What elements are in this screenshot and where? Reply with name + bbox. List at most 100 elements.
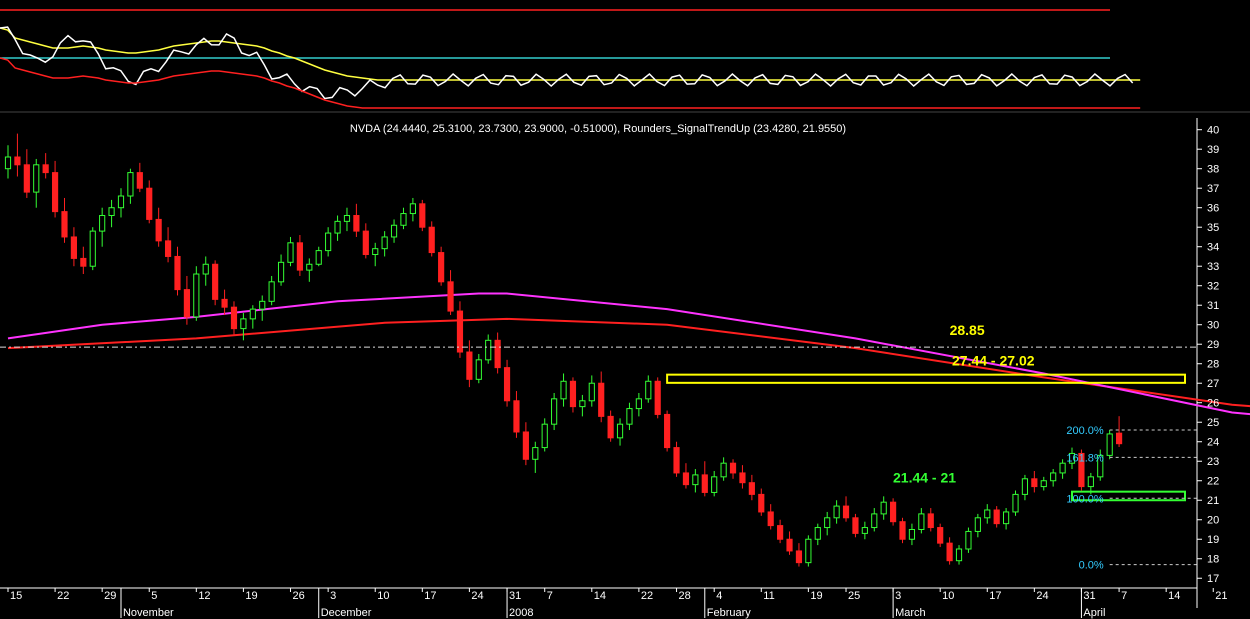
- candle-body: [1012, 493, 1019, 513]
- y-tick-label: 31: [1207, 300, 1219, 312]
- candle-body: [767, 511, 774, 527]
- chart-canvas: 28.8527.44 - 27.0221.44 - 21200.0%161.8%…: [0, 0, 1250, 619]
- x-tick-label: 22: [641, 590, 653, 602]
- candle-body: [14, 156, 21, 166]
- candle-body: [438, 252, 445, 283]
- candle-body: [202, 263, 209, 275]
- candle-body: [579, 400, 586, 408]
- candle-body: [1106, 433, 1113, 456]
- x-month-label: November: [123, 607, 174, 619]
- y-tick-label: 29: [1207, 339, 1219, 351]
- annotations-layer: 28.85 27.44 - 27.02 21.44 - 21 200.0% 161.8%…: [0, 322, 1197, 572]
- candle-body: [315, 250, 322, 265]
- candle-body: [541, 423, 548, 449]
- candle-body: [475, 359, 482, 380]
- candle-body: [664, 413, 671, 449]
- x-tick-label: 7: [1121, 590, 1127, 602]
- x-month-label: March: [895, 607, 926, 619]
- x-month-label: December: [321, 607, 372, 619]
- candle-body: [711, 476, 718, 493]
- candle-body: [428, 226, 435, 254]
- candle-body: [155, 218, 162, 242]
- candle-body: [1059, 462, 1066, 474]
- candle-body: [974, 517, 981, 532]
- x-month-label: February: [707, 607, 752, 619]
- candle-body: [880, 501, 887, 515]
- x-tick-label: 28: [679, 590, 691, 602]
- candle-body: [494, 339, 501, 369]
- candle-body: [993, 509, 1000, 525]
- candle-body: [626, 408, 633, 425]
- candle-body: [212, 263, 219, 300]
- candle-body: [748, 482, 755, 495]
- candle-body: [955, 548, 963, 562]
- indicator-panel: [0, 0, 1250, 113]
- candle-body: [918, 513, 925, 530]
- fib-level-label: 200.0%: [1066, 425, 1104, 437]
- candle-body: [108, 207, 115, 217]
- candle-body: [588, 382, 595, 402]
- candle-body: [259, 300, 266, 310]
- price-zone-box: [666, 373, 1186, 384]
- candle-body: [343, 215, 351, 222]
- candle-body: [937, 527, 944, 544]
- candle-body: [692, 474, 699, 486]
- x-tick-label: 24: [1036, 590, 1048, 602]
- candle-body: [1087, 476, 1094, 488]
- candle-body: [616, 423, 624, 439]
- y-tick-label: 28: [1207, 359, 1219, 371]
- x-tick-label: 14: [1168, 590, 1180, 602]
- candle-body: [1021, 478, 1029, 495]
- candle-body: [146, 187, 153, 220]
- candle-body: [268, 281, 275, 302]
- x-tick-label: 3: [895, 590, 901, 602]
- candle-body: [409, 203, 416, 215]
- y-tick-label: 20: [1207, 515, 1219, 527]
- price-zone-label: 27.44 - 27.02: [952, 353, 1035, 369]
- candle-body: [871, 513, 878, 529]
- y-tick-label: 23: [1207, 456, 1219, 468]
- x-tick-label: 15: [10, 590, 22, 602]
- candle-body: [277, 261, 285, 283]
- candle-body: [80, 257, 87, 267]
- candle-body: [551, 398, 558, 425]
- candle-body: [861, 527, 868, 534]
- candle-body: [720, 462, 727, 478]
- x-month-label: April: [1083, 607, 1105, 619]
- candle-body: [183, 289, 190, 318]
- candle-body: [287, 242, 294, 263]
- candle-body: [654, 380, 661, 415]
- candle-body: [739, 472, 746, 484]
- candle-body: [607, 415, 614, 439]
- candles-layer: [4, 133, 1123, 567]
- candle-body: [645, 380, 652, 400]
- candle-body: [362, 230, 369, 256]
- resistance-label: 28.85: [950, 322, 985, 338]
- y-tick-label: 37: [1207, 183, 1219, 195]
- chart-title: NVDA (24.4440, 25.3100, 23.7300, 23.9000…: [350, 123, 846, 135]
- candle-body: [805, 538, 812, 564]
- candle-body: [777, 525, 784, 540]
- y-tick-label: 34: [1207, 242, 1219, 254]
- x-tick-label: 3: [330, 590, 336, 602]
- y-tick-label: 30: [1207, 320, 1219, 332]
- candle-body: [569, 380, 577, 408]
- x-tick-label: 12: [198, 590, 210, 602]
- candle-body: [136, 172, 143, 189]
- candle-body: [390, 224, 398, 238]
- candle-body: [1040, 480, 1047, 488]
- indicator-background: [0, 0, 1250, 112]
- candle-body: [908, 528, 916, 540]
- candle-body: [419, 203, 426, 228]
- y-tick-label: 35: [1207, 222, 1219, 234]
- y-tick-label: 33: [1207, 261, 1219, 273]
- x-tick-label: 31: [1083, 590, 1095, 602]
- candle-body: [560, 380, 567, 400]
- candle-body: [814, 527, 821, 540]
- fib-level-label: 100.0%: [1066, 493, 1104, 505]
- x-tick-label: 10: [942, 590, 954, 602]
- candle-body: [23, 164, 30, 193]
- fib-level-label: 161.8%: [1066, 452, 1104, 464]
- x-tick-label: 19: [245, 590, 257, 602]
- candle-body: [325, 232, 332, 252]
